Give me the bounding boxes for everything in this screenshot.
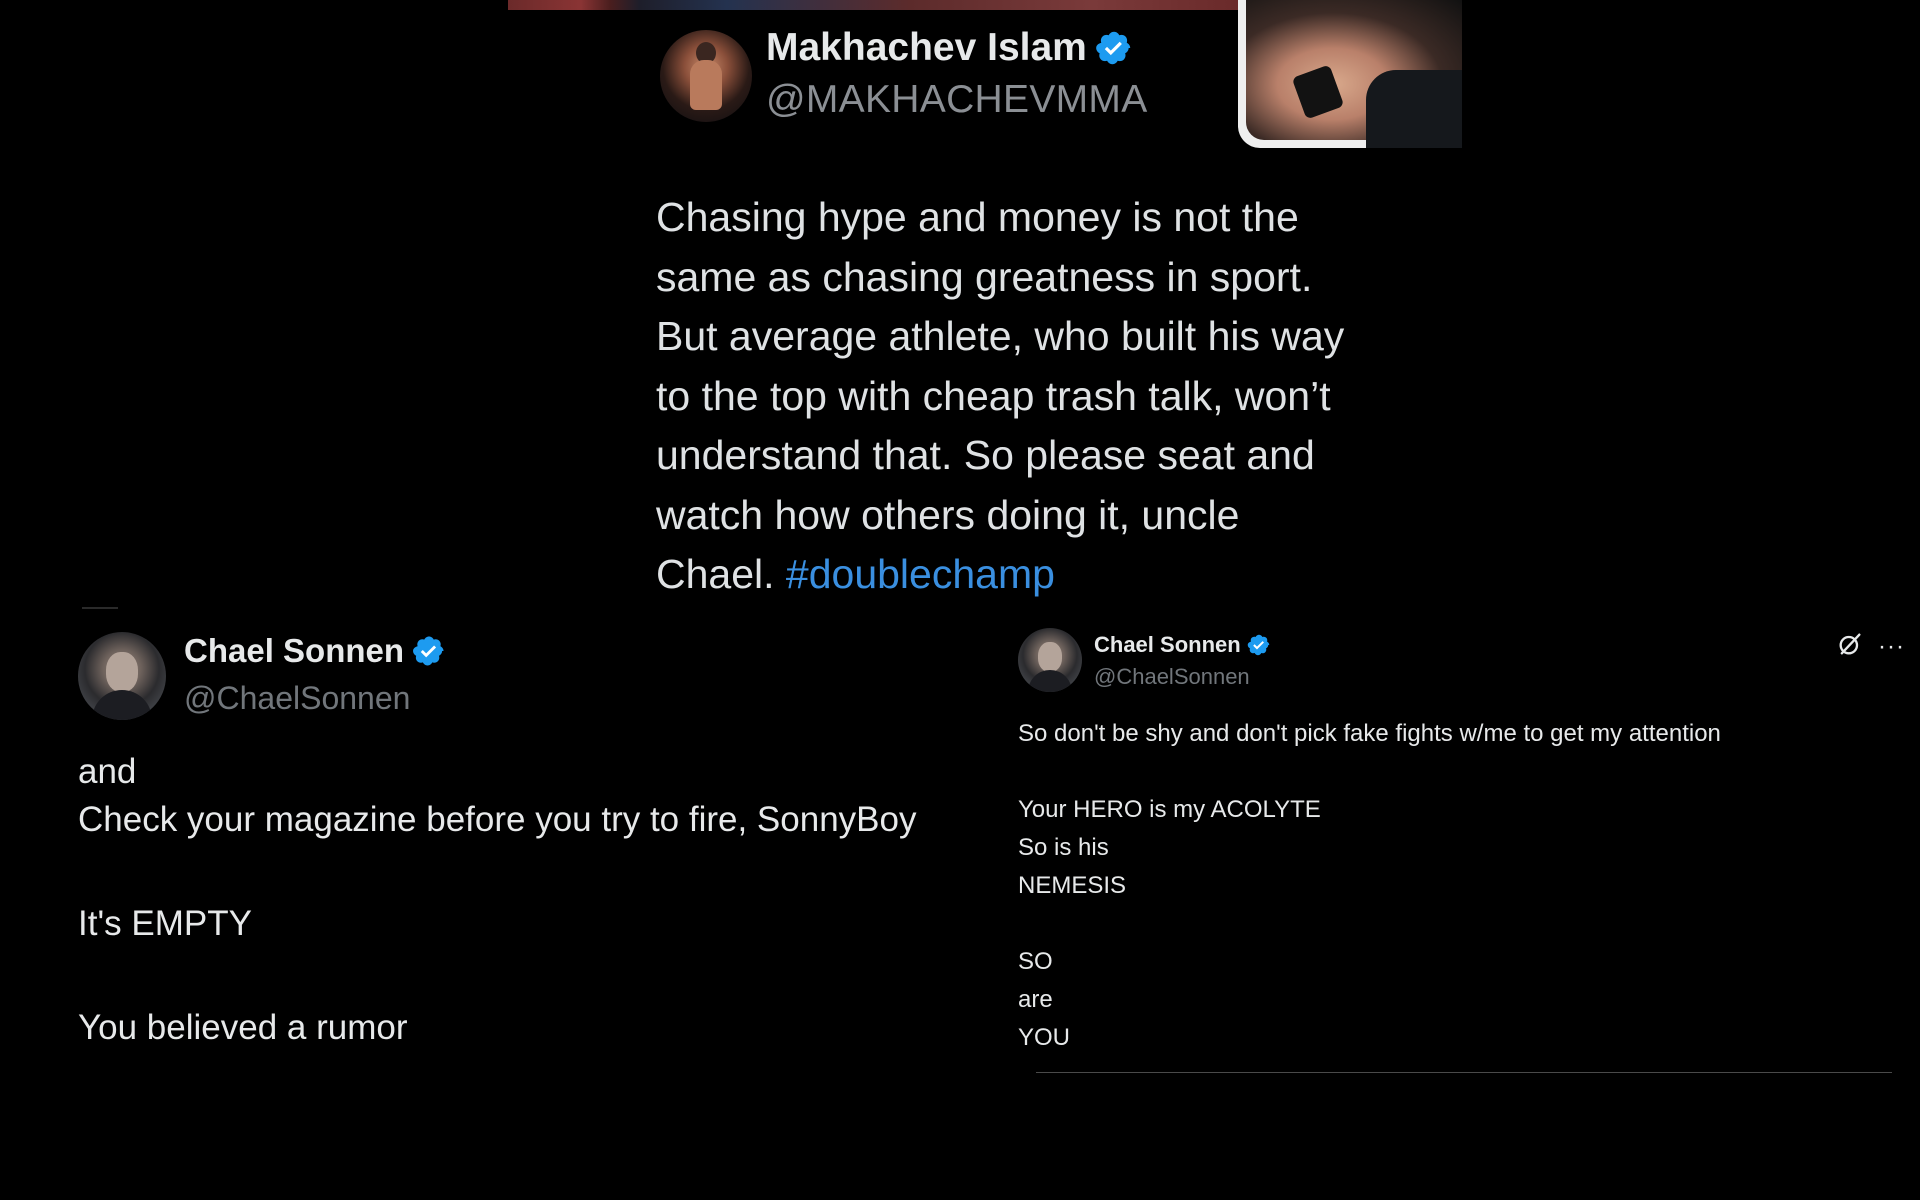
tweet-line: So is his	[1018, 834, 1109, 861]
display-name[interactable]: Makhachev Islam	[766, 26, 1087, 70]
tweet-line: NEMESIS	[1018, 872, 1127, 899]
tweet-text: and Check your magazine before you try t…	[78, 752, 1018, 1060]
avatar[interactable]	[1018, 628, 1082, 692]
microphone-shape	[1291, 64, 1345, 120]
tweet-line-prefix: Chael.	[656, 551, 786, 597]
avatar-face	[106, 652, 138, 692]
tweet-line: Check your magazine before you try to fi…	[78, 800, 917, 839]
tweet-line-blank	[1018, 756, 1898, 794]
attached-photo[interactable]	[1238, 0, 1462, 148]
divider	[1036, 1072, 1892, 1073]
avatar[interactable]	[78, 632, 166, 720]
avatar-face	[1038, 642, 1062, 672]
tweet-line: You believed a rumor	[78, 1008, 408, 1047]
avatar-jacket	[92, 690, 152, 720]
tweet-line: to the top with cheap trash talk, won’t	[656, 372, 1331, 419]
photo-content	[1246, 0, 1462, 148]
tweet-line: Chasing hype and money is not the	[656, 194, 1299, 240]
tweet-line: It's EMPTY	[78, 904, 252, 943]
tweet-line: same as chasing greatness in sport.	[656, 253, 1313, 300]
hashtag-link[interactable]: #doublechamp	[786, 551, 1055, 597]
verified-badge-icon	[1247, 633, 1271, 657]
tweet-actions: ···	[1836, 630, 1905, 663]
display-name-row[interactable]: Chael Sonnen	[1094, 632, 1271, 658]
handle[interactable]: @ChaelSonnen	[184, 680, 410, 717]
tweet-line: understand that. So please seat and	[656, 432, 1315, 478]
tweet-line-blank	[78, 852, 1018, 904]
tweet-line: YOU	[1018, 1024, 1071, 1051]
tweet-line: So don't be shy and don't pick fake figh…	[1018, 720, 1721, 747]
more-options-icon[interactable]: ···	[1878, 633, 1905, 661]
tweet-line: But average athlete, who built his way	[656, 313, 1345, 359]
verified-badge-icon	[412, 634, 446, 668]
tweet-text: Chasing hype and money is not the same a…	[656, 188, 1416, 605]
tweet-line: SO	[1018, 948, 1053, 975]
grok-icon[interactable]	[1836, 630, 1864, 663]
tweet-line-blank	[1018, 908, 1898, 946]
avatar-body	[690, 60, 722, 110]
display-name-row[interactable]: Makhachev Islam	[766, 26, 1133, 70]
avatar[interactable]	[660, 30, 752, 122]
top-image-strip	[508, 0, 1238, 10]
tweet-line-last: Chael. #doublechamp	[656, 545, 1416, 605]
shirt-shape	[1366, 70, 1462, 148]
handle[interactable]: @ChaelSonnen	[1094, 664, 1250, 690]
display-name[interactable]: Chael Sonnen	[184, 632, 404, 670]
verified-badge-icon	[1095, 29, 1133, 67]
tweet-line-blank	[78, 956, 1018, 1008]
tweet-text: So don't be shy and don't pick fake figh…	[1018, 718, 1898, 1060]
tweet-line: and	[78, 752, 137, 791]
tweet-line: are	[1018, 986, 1053, 1013]
divider	[82, 607, 118, 609]
tweet-line: Your HERO is my ACOLYTE	[1018, 796, 1321, 823]
display-name[interactable]: Chael Sonnen	[1094, 632, 1241, 658]
tweet-line: watch how others doing it, uncle	[656, 491, 1240, 538]
avatar-jacket	[1028, 670, 1072, 692]
handle[interactable]: @MAKHACHEVMMA	[766, 78, 1148, 122]
display-name-row[interactable]: Chael Sonnen	[184, 632, 446, 670]
